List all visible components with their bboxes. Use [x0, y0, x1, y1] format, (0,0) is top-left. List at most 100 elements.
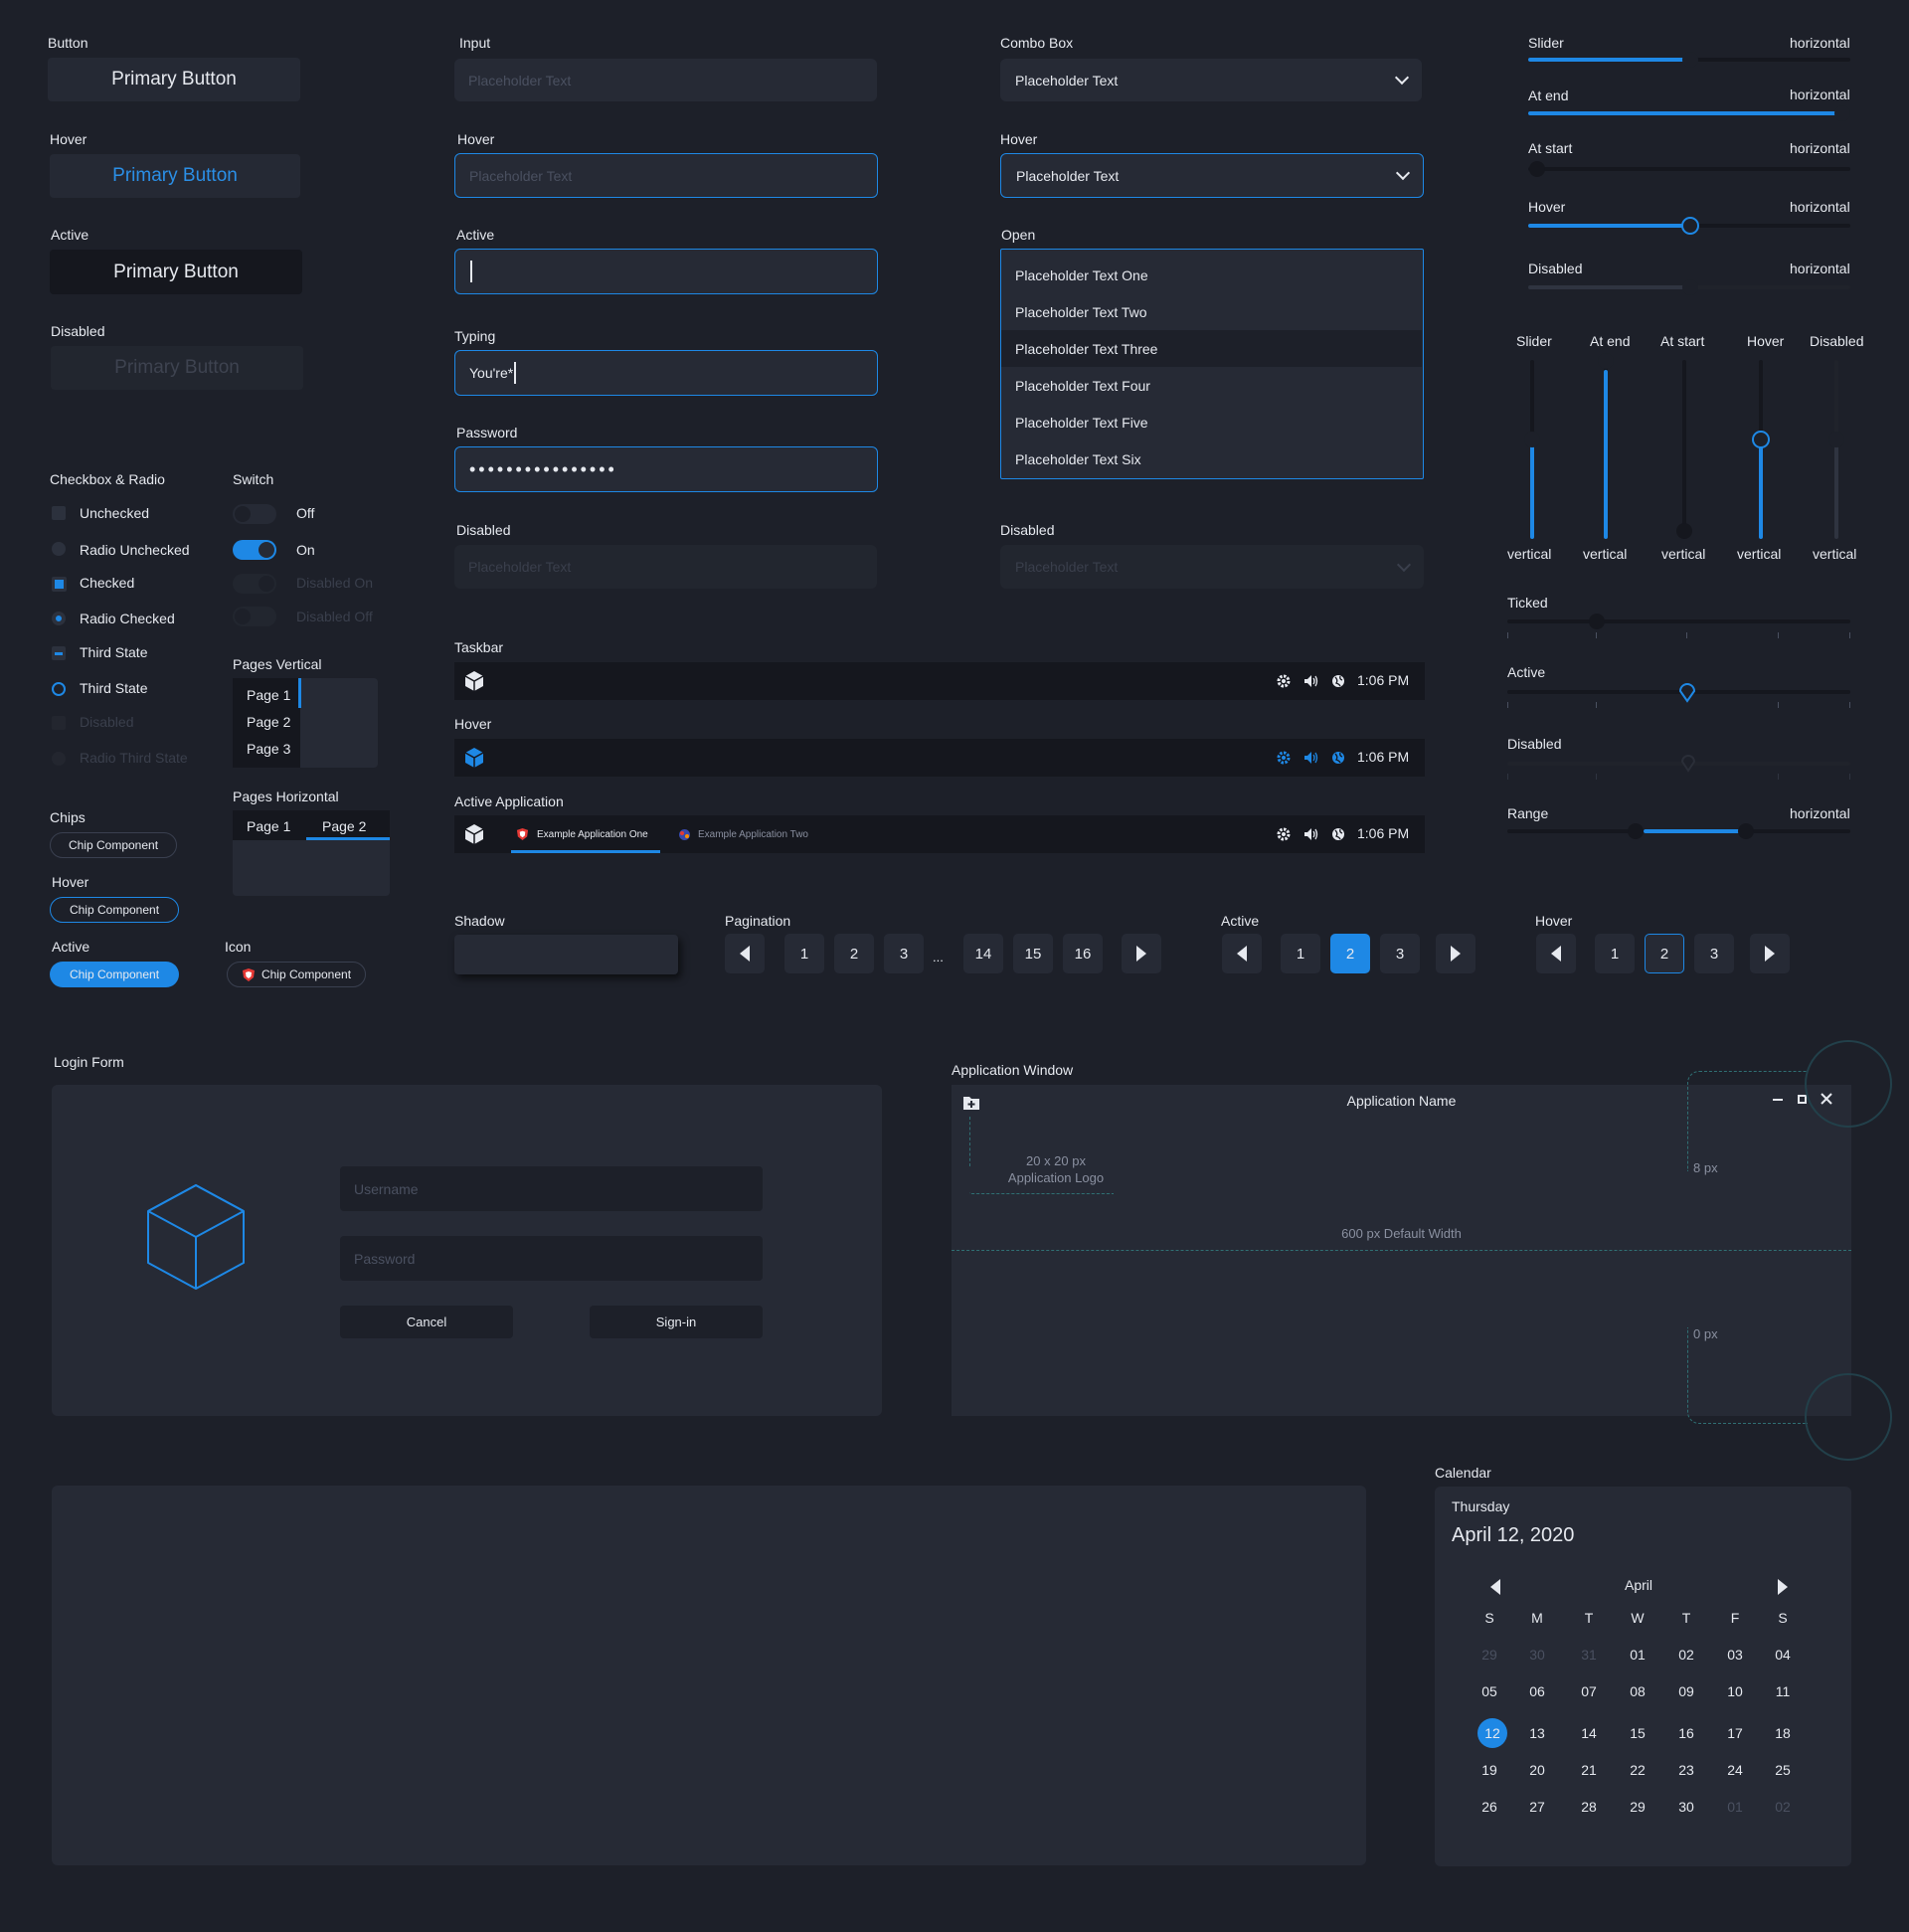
calendar-day[interactable]: 08 [1620, 1677, 1655, 1705]
pagination-page[interactable]: 15 [1013, 934, 1053, 973]
pagination-next-button[interactable] [1750, 934, 1790, 973]
slider-knob[interactable] [1834, 105, 1850, 121]
taskbar-app-two[interactable]: Example Application Two [678, 815, 827, 853]
calendar-day[interactable]: 15 [1620, 1719, 1655, 1747]
calendar-day[interactable]: 03 [1717, 1641, 1753, 1669]
pagination-page-hover[interactable]: 2 [1645, 934, 1684, 973]
page-tab-active[interactable]: Page 2 [322, 818, 366, 834]
calendar-day[interactable]: 21 [1571, 1756, 1607, 1784]
username-input[interactable]: Username [340, 1166, 763, 1211]
chip-active[interactable]: Chip Component [50, 962, 179, 987]
calendar-day[interactable]: 17 [1717, 1719, 1753, 1747]
text-input-active[interactable] [454, 249, 878, 294]
pagination-page[interactable]: 1 [1595, 934, 1635, 973]
calendar-day[interactable]: 18 [1765, 1719, 1801, 1747]
volume-icon[interactable] [1303, 751, 1318, 765]
calendar-day[interactable]: 02 [1668, 1641, 1704, 1669]
text-input-hover[interactable]: Placeholder Text [454, 153, 878, 198]
vslider-knob-hover[interactable] [1752, 431, 1770, 448]
primary-button[interactable]: Primary Button [48, 58, 300, 101]
combo-option[interactable]: Placeholder Text One [1001, 257, 1422, 293]
slider-knob[interactable] [1529, 161, 1545, 177]
globe-icon[interactable] [1331, 751, 1345, 765]
checkbox-unchecked[interactable] [52, 506, 66, 520]
calendar-day[interactable]: 25 [1765, 1756, 1801, 1784]
vslider-knob[interactable] [1524, 432, 1540, 447]
calendar-day[interactable]: 04 [1765, 1641, 1801, 1669]
page-tab[interactable]: Page 3 [247, 741, 290, 757]
calendar-day-other-month[interactable]: 02 [1765, 1793, 1801, 1821]
taskbar-app-one[interactable]: Example Application One [511, 815, 660, 853]
calendar-day[interactable]: 05 [1472, 1677, 1507, 1705]
text-input-typing[interactable]: You're* [454, 350, 878, 396]
calendar-day[interactable]: 13 [1519, 1719, 1555, 1747]
pointer-knob-icon[interactable] [1678, 681, 1696, 703]
calendar-day-other-month[interactable]: 29 [1472, 1641, 1507, 1669]
password-input[interactable]: •••••••••••••••• [454, 446, 878, 492]
password-input[interactable]: Password [340, 1236, 763, 1281]
combo-option[interactable]: Placeholder Text Two [1001, 293, 1422, 330]
globe-icon[interactable] [1331, 674, 1345, 688]
pagination-page[interactable]: 3 [1694, 934, 1734, 973]
calendar-day[interactable]: 11 [1765, 1677, 1801, 1705]
chip-hover[interactable]: Chip Component [50, 897, 179, 923]
radio-third-state[interactable] [52, 682, 66, 696]
ticked-slider-knob[interactable] [1589, 614, 1605, 629]
combo-option-highlighted[interactable]: Placeholder Text Three [1001, 330, 1422, 367]
calendar-day[interactable]: 09 [1668, 1677, 1704, 1705]
calendar-day[interactable]: 01 [1620, 1641, 1655, 1669]
calendar-day-selected[interactable]: 12 [1475, 1719, 1510, 1747]
page-tab[interactable]: Page 1 [247, 687, 290, 703]
gear-icon[interactable] [1277, 827, 1291, 841]
clock-time[interactable]: 1:06 PM [1357, 825, 1409, 841]
calendar-day-other-month[interactable]: 01 [1717, 1793, 1753, 1821]
pagination-page[interactable]: 14 [963, 934, 1003, 973]
calendar-day[interactable]: 07 [1571, 1677, 1607, 1705]
calendar-day[interactable]: 19 [1472, 1756, 1507, 1784]
checkbox-third-state[interactable] [52, 646, 66, 660]
primary-button-active[interactable]: Primary Button [50, 250, 302, 294]
calendar-day[interactable]: 27 [1519, 1793, 1555, 1821]
calendar-day[interactable]: 28 [1571, 1793, 1607, 1821]
radio-unchecked[interactable] [52, 542, 66, 556]
radio-checked[interactable] [52, 612, 66, 625]
combo-option[interactable]: Placeholder Text Six [1001, 440, 1422, 477]
pagination-page[interactable]: 16 [1063, 934, 1103, 973]
pagination-page[interactable]: 1 [784, 934, 824, 973]
primary-button-hover[interactable]: Primary Button [50, 154, 300, 198]
sign-in-button[interactable]: Sign-in [590, 1306, 763, 1338]
text-input[interactable]: Placeholder Text [454, 59, 877, 101]
gear-icon[interactable] [1277, 751, 1291, 765]
range-knob-low[interactable] [1628, 823, 1644, 839]
pagination-page[interactable]: 3 [1380, 934, 1420, 973]
vslider-knob[interactable] [1598, 353, 1614, 369]
calendar-day[interactable]: 23 [1668, 1756, 1704, 1784]
calendar-day-other-month[interactable]: 31 [1571, 1641, 1607, 1669]
calendar-next-month-button[interactable] [1778, 1579, 1788, 1595]
calendar-day[interactable]: 06 [1519, 1677, 1555, 1705]
cancel-button[interactable]: Cancel [340, 1306, 513, 1338]
gear-icon[interactable] [1277, 674, 1291, 688]
clock-time[interactable]: 1:06 PM [1357, 749, 1409, 765]
page-tab[interactable]: Page 2 [247, 714, 290, 730]
combo-option[interactable]: Placeholder Text Four [1001, 367, 1422, 404]
combo-option[interactable]: Placeholder Text Five [1001, 404, 1422, 440]
pagination-page-active[interactable]: 2 [1330, 934, 1370, 973]
pagination-next-button[interactable] [1436, 934, 1475, 973]
pagination-prev-button[interactable] [1536, 934, 1576, 973]
switch-off[interactable] [233, 504, 276, 524]
cube-logo-icon[interactable] [463, 670, 485, 692]
combo-box[interactable]: Placeholder Text [1000, 59, 1422, 101]
cube-logo-icon[interactable] [463, 747, 485, 769]
volume-icon[interactable] [1303, 674, 1318, 688]
calendar-day[interactable]: 30 [1668, 1793, 1704, 1821]
volume-icon[interactable] [1303, 827, 1318, 841]
calendar-day[interactable]: 24 [1717, 1756, 1753, 1784]
globe-icon[interactable] [1331, 827, 1345, 841]
calendar-day[interactable]: 16 [1668, 1719, 1704, 1747]
vslider-knob[interactable] [1676, 523, 1692, 539]
slider-knob-hover[interactable] [1681, 217, 1699, 235]
pagination-prev-button[interactable] [1222, 934, 1262, 973]
combo-box-hover[interactable]: Placeholder Text [1000, 153, 1424, 198]
pagination-next-button[interactable] [1122, 934, 1161, 973]
